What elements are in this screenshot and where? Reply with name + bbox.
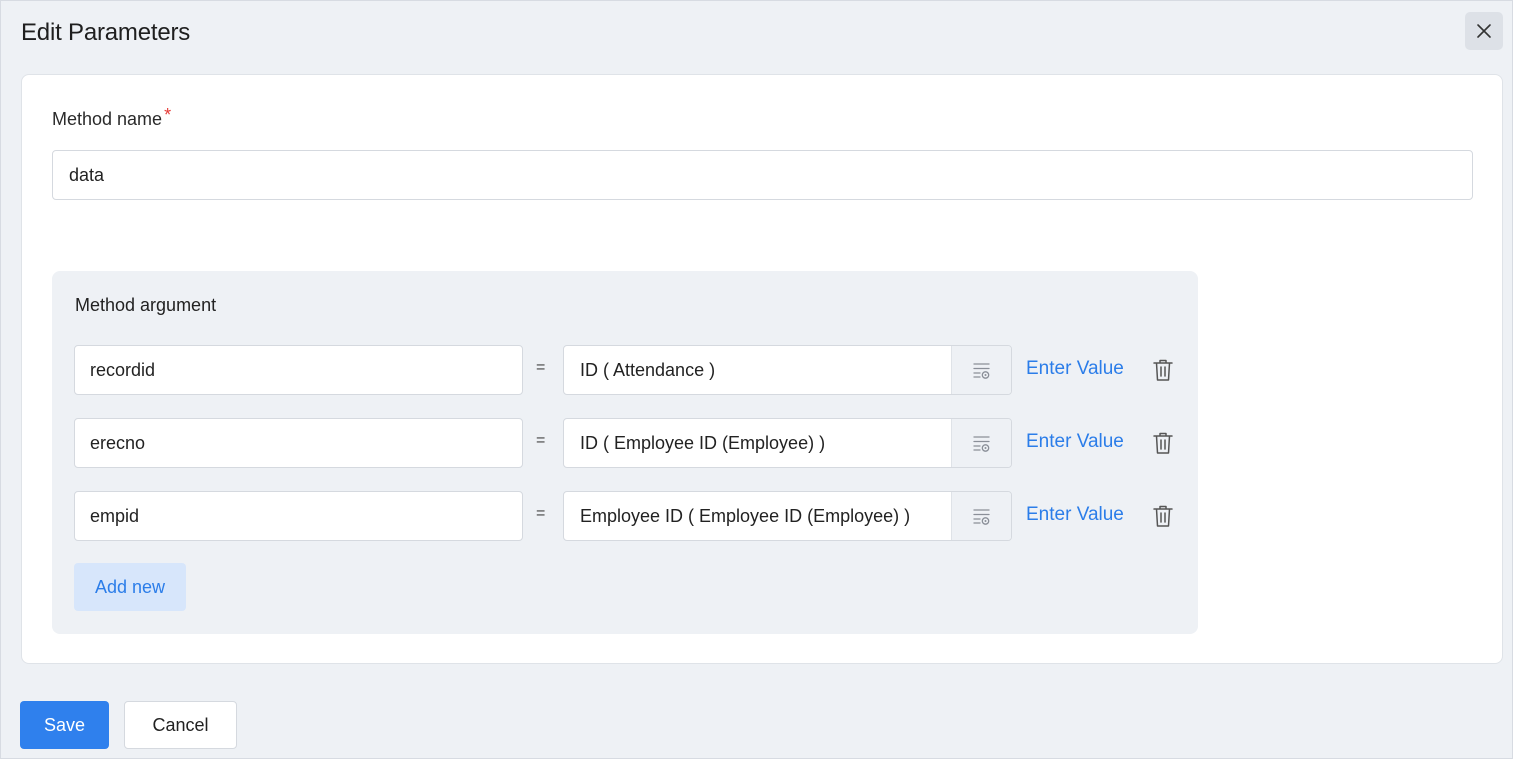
dialog-header: Edit Parameters — [1, 1, 1512, 63]
argument-value-field[interactable]: Employee ID ( Employee ID (Employee) ) — [563, 491, 1012, 541]
method-name-label-text: Method name — [52, 109, 163, 129]
close-button[interactable] — [1465, 12, 1503, 50]
argument-row: = ID ( Attendance ) Enter Value — [74, 345, 1184, 395]
argument-value-field[interactable]: ID ( Attendance ) — [563, 345, 1012, 395]
delete-argument-button[interactable] — [1151, 503, 1175, 529]
argument-value-text: ID ( Employee ID (Employee) ) — [580, 433, 826, 453]
parameters-panel: Method name* Method argument = ID ( Atte… — [21, 74, 1503, 664]
delete-argument-button[interactable] — [1151, 430, 1175, 456]
close-icon — [1477, 24, 1491, 38]
add-new-argument-button[interactable]: Add new — [74, 563, 186, 611]
argument-name-input[interactable] — [74, 491, 523, 541]
edit-parameters-dialog: Edit Parameters Method name* Method argu… — [0, 0, 1513, 759]
method-name-input[interactable] — [52, 150, 1473, 200]
argument-row: = Employee ID ( Employee ID (Employee) )… — [74, 491, 1184, 541]
method-arguments-section: Method argument = ID ( Attendance ) Ent — [52, 271, 1198, 634]
enter-value-link[interactable]: Enter Value — [1026, 358, 1124, 380]
field-picker-button[interactable] — [951, 419, 1011, 467]
enter-value-link[interactable]: Enter Value — [1026, 504, 1124, 526]
trash-icon — [1153, 359, 1173, 381]
trash-icon — [1153, 432, 1173, 454]
save-button[interactable]: Save — [20, 701, 109, 749]
field-picker-button[interactable] — [951, 346, 1011, 394]
argument-value-text: Employee ID ( Employee ID (Employee) ) — [580, 506, 911, 526]
equals-sign: = — [536, 359, 546, 376]
field-picker-icon — [972, 436, 990, 452]
argument-value-field[interactable]: ID ( Employee ID (Employee) ) — [563, 418, 1012, 468]
argument-name-input[interactable] — [74, 418, 523, 468]
field-picker-icon — [972, 363, 990, 379]
required-marker: * — [164, 105, 172, 125]
trash-icon — [1153, 505, 1173, 527]
argument-value-text: ID ( Attendance ) — [580, 360, 716, 380]
method-arguments-title: Method argument — [75, 295, 217, 315]
argument-row: = ID ( Employee ID (Employee) ) Enter Va… — [74, 418, 1184, 468]
argument-name-input[interactable] — [74, 345, 523, 395]
field-picker-button[interactable] — [951, 492, 1011, 540]
enter-value-link[interactable]: Enter Value — [1026, 431, 1124, 453]
equals-sign: = — [536, 505, 546, 522]
field-picker-icon — [972, 509, 990, 525]
method-name-label: Method name * — [52, 105, 171, 130]
equals-sign: = — [536, 432, 546, 449]
cancel-button[interactable]: Cancel — [124, 701, 237, 749]
dialog-title: Edit Parameters — [21, 19, 191, 46]
delete-argument-button[interactable] — [1151, 357, 1175, 383]
